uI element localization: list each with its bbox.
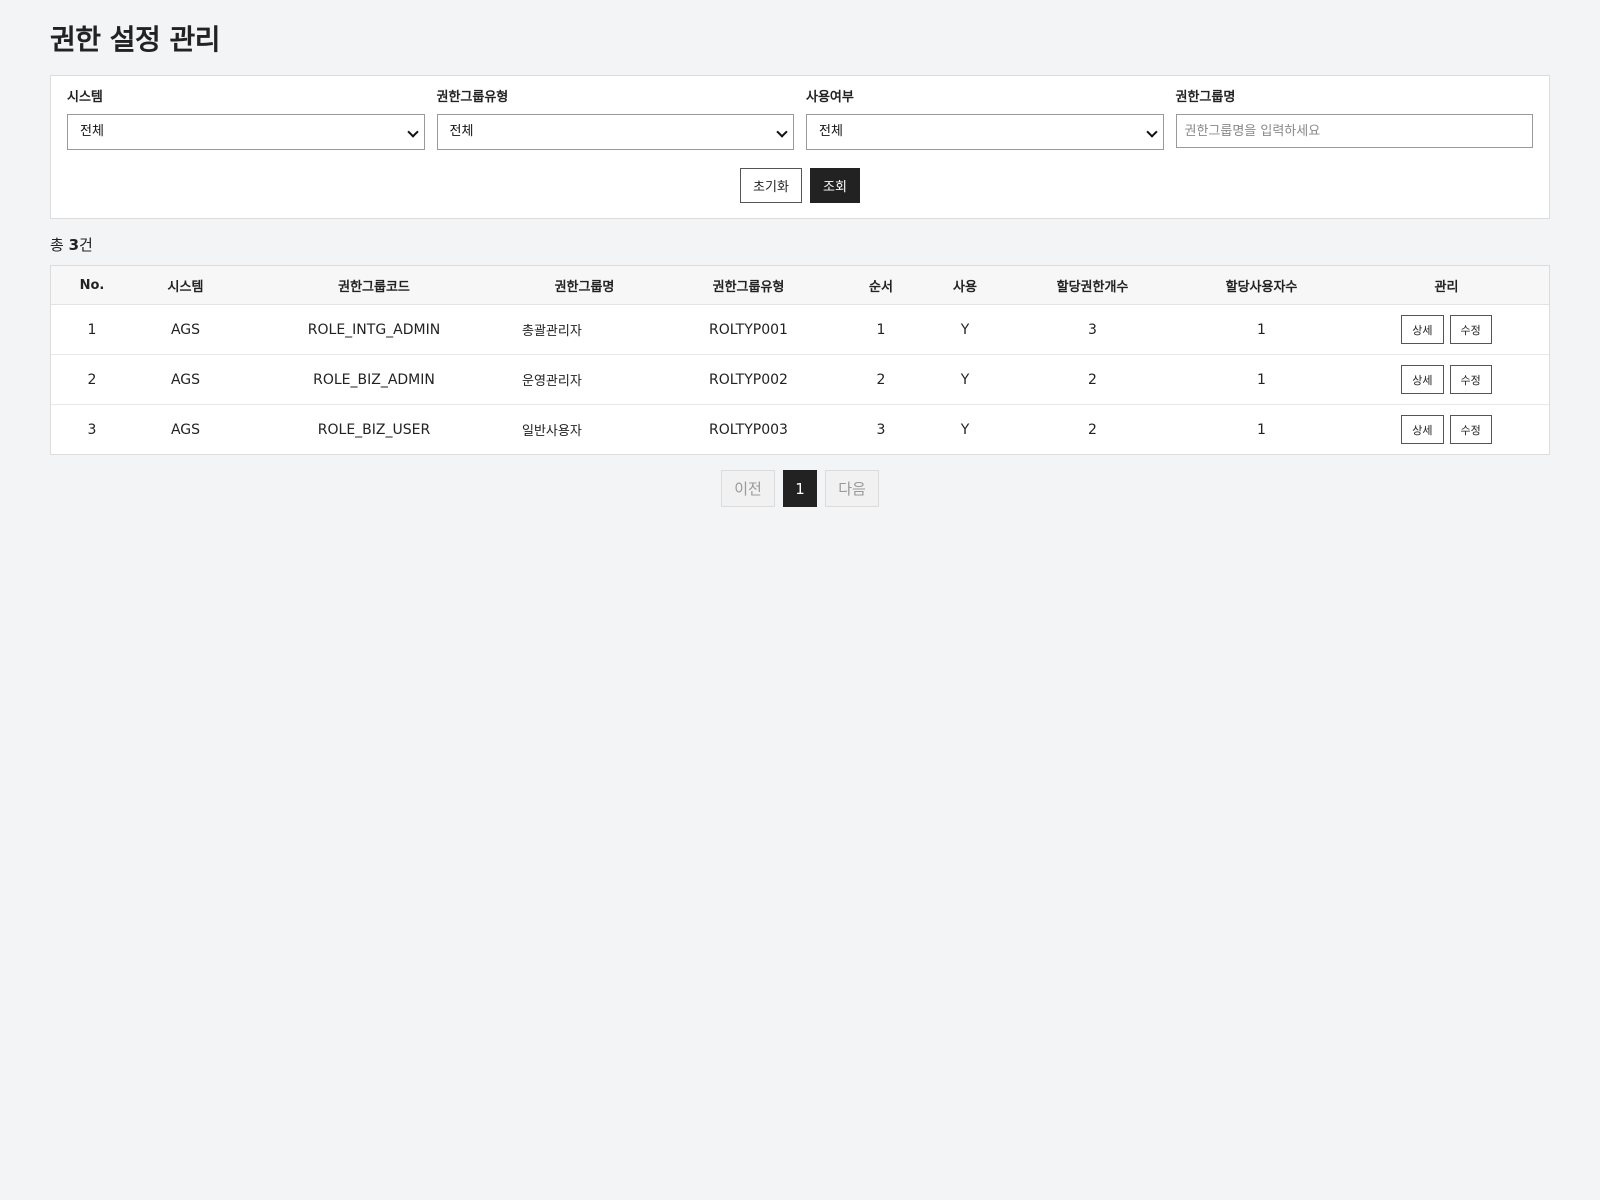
cell-role-group-name: 일반사용자 [522,424,582,439]
role-group-name-label: 권한그룹명 [1175,90,1236,105]
cell-manage: 상세 수정 [1344,405,1549,455]
chevron-down-icon [406,126,419,138]
column-header-order: 순서 [838,266,924,305]
column-header-role-group-code: 권한그룹코드 [238,266,510,305]
use-yn-select-value: 전체 [819,124,843,139]
detail-button[interactable]: 상세 [1401,415,1444,444]
cell-assigned-user-count: 1 [1257,421,1266,438]
cell-assigned-permission-count: 2 [1088,421,1097,438]
system-filter: 시스템 전체 [67,90,425,150]
cell-system: AGS [133,304,238,355]
detail-button[interactable]: 상세 [1401,365,1444,394]
column-header-role-group-name: 권한그룹명 [510,266,659,305]
total-count: 총 3건 [50,234,93,255]
cell-no: 2 [51,354,133,405]
cell-assigned-user-count: 1 [1179,304,1344,355]
pagination: 이전 1 다음 [0,470,1600,507]
cell-order: 1 [838,304,924,355]
column-header-no: No. [51,266,133,305]
use-yn-label: 사용여부 [806,90,854,105]
column-header-manage: 관리 [1344,266,1549,305]
use-yn-filter: 사용여부 전체 [806,90,1164,150]
chevron-down-icon [1145,126,1158,138]
column-header-assigned-permission-count: 할당권한개수 [1006,266,1179,305]
role-group-type-label: 권한그룹유형 [436,90,509,105]
column-header-assigned-user-count: 할당사용자수 [1179,266,1344,305]
role-group-type-select[interactable]: 전체 [436,114,794,150]
total-count-prefix: 총 [50,236,69,254]
column-header-role-group-type: 권한그룹유형 [659,266,838,305]
table-row: 3 AGS ROLE_BIZ_USER 일반사용자 ROLTYP003 3 Y … [51,405,1549,455]
system-filter-label: 시스템 [67,90,103,105]
cell-system: AGS [170,421,201,438]
role-group-type-select-value: 전체 [449,124,474,139]
table-row: 1 AGS ROLE_INTG_ADMIN 총괄관리자 ROLTYP001 1 … [51,304,1549,355]
cell-order: 2 [838,354,924,405]
cell-assigned-permission-count: 2 [1006,354,1179,405]
cell-role-group-code: ROLE_INTG_ADMIN [238,304,510,355]
edit-button[interactable]: 수정 [1449,415,1492,444]
page-title: 권한 설정 관리 [50,23,221,56]
cell-manage: 상세 수정 [1344,304,1549,355]
role-group-table: No. 시스템 권한그룹코드 권한그룹명 권한그룹유형 순서 사용 할당권한개수… [50,265,1550,455]
filter-panel: 시스템 전체 권한그룹유형 전체 사용여부 전체 권한그룹명 권한그룹명을 입력… [50,75,1550,219]
role-group-name-input[interactable] [1175,114,1533,148]
system-select[interactable]: 전체 [67,114,425,150]
role-group-name-filter: 권한그룹명 [1175,90,1533,150]
cell-role-group-name: 총괄관리자 [510,304,659,355]
reset-button[interactable]: 초기화 [740,168,802,203]
cell-order: 3 [876,421,886,438]
cell-no: 1 [51,304,133,355]
column-header-system: 시스템 [133,266,238,305]
use-yn-select[interactable]: 전체 [806,114,1164,150]
cell-use: Y [960,421,970,438]
column-header-use: 사용 [924,266,1006,305]
page-number-button[interactable]: 1 [783,470,817,507]
cell-role-group-name: 운영관리자 [510,354,659,405]
total-count-value: 3 [68,236,80,254]
cell-system: AGS [133,354,238,405]
cell-role-group-type: ROLTYP003 [709,421,788,438]
cell-use: Y [924,354,1006,405]
edit-button[interactable]: 수정 [1449,315,1492,344]
role-settings-page: 권한 설정 관리 시스템 전체 권한그룹유형 전체 사용여부 전체 권한그룹명 … [0,0,1600,1200]
table-header-row: No. 시스템 권한그룹코드 권한그룹명 권한그룹유형 순서 사용 할당권한개수… [51,266,1549,305]
table-row: 2 AGS ROLE_BIZ_ADMIN 운영관리자 ROLTYP002 2 Y… [51,354,1549,405]
cell-role-group-code: ROLE_BIZ_ADMIN [238,354,510,405]
cell-assigned-user-count: 1 [1179,354,1344,405]
chevron-down-icon [776,126,788,138]
search-button[interactable]: 조회 [810,168,860,203]
role-group-type-filter: 권한그룹유형 전체 [436,90,794,150]
cell-manage: 상세 수정 [1344,354,1549,405]
cell-role-group-type: ROLTYP002 [659,354,838,405]
cell-role-group-type: ROLTYP001 [659,304,838,355]
cell-no: 3 [87,421,97,438]
cell-assigned-permission-count: 3 [1006,304,1179,355]
detail-button[interactable]: 상세 [1401,315,1444,344]
prev-page-button[interactable]: 이전 [721,470,775,507]
next-page-button[interactable]: 다음 [825,470,879,507]
cell-use: Y [924,304,1006,355]
system-select-value: 전체 [80,124,104,139]
filter-actions: 초기화 조회 [67,168,1533,203]
edit-button[interactable]: 수정 [1449,365,1492,394]
cell-role-group-code: ROLE_BIZ_USER [317,421,431,438]
total-count-suffix: 건 [79,236,93,254]
